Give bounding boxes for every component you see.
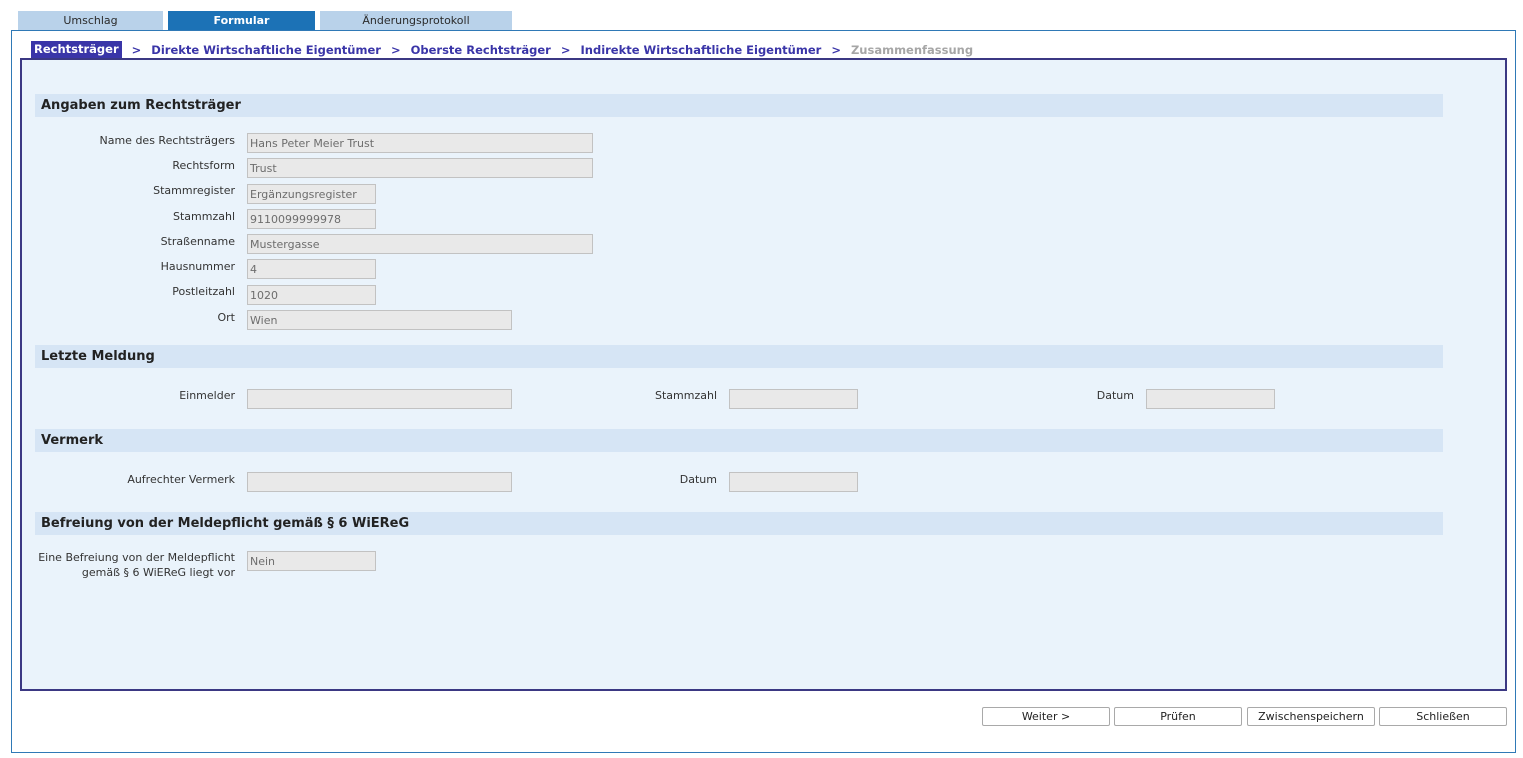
label-ort: Ort — [217, 311, 236, 324]
tab-formular[interactable]: Formular — [168, 11, 315, 30]
label-postleitzahl: Postleitzahl — [172, 285, 235, 298]
label-einmelder: Einmelder — [179, 389, 235, 402]
label-befreiung-line2: gemäß § 6 WiEReG liegt vor — [81, 566, 235, 579]
step-oberste-rechtstraeger[interactable]: Oberste Rechtsträger — [411, 43, 551, 57]
stammzahl-field[interactable]: 9110099999978 — [247, 209, 376, 229]
label-meldung-stammzahl: Stammzahl — [654, 389, 717, 402]
ort-field[interactable]: Wien — [247, 310, 512, 330]
label-befreiung-line1: Eine Befreiung von der Meldepflicht — [38, 551, 235, 564]
strassenname-field[interactable]: Mustergasse — [247, 234, 593, 254]
tab-aenderungsprotokoll[interactable]: Änderungsprotokoll — [320, 11, 512, 30]
label-rechtsform: Rechtsform — [172, 159, 235, 172]
form-panel — [20, 58, 1507, 691]
aufrechter-vermerk-field[interactable] — [247, 472, 512, 492]
section-heading-rechtstraeger: Angaben zum Rechtsträger — [35, 94, 1443, 117]
step-separator: > — [131, 42, 142, 57]
pruefen-button[interactable]: Prüfen — [1114, 707, 1242, 726]
label-stammregister: Stammregister — [153, 184, 235, 197]
step-indirekte-eigentuemer[interactable]: Indirekte Wirtschaftliche Eigentümer — [581, 43, 822, 57]
label-vermerk-datum: Datum — [679, 473, 717, 486]
meldung-stammzahl-field[interactable] — [729, 389, 858, 409]
step-navigation: Rechtsträger > Direkte Wirtschaftliche E… — [31, 41, 973, 58]
befreiung-field[interactable]: Nein — [247, 551, 376, 571]
label-stammzahl: Stammzahl — [172, 210, 235, 223]
stammregister-field[interactable]: Ergänzungsregister — [247, 184, 376, 204]
name-field[interactable]: Hans Peter Meier Trust — [247, 133, 593, 153]
step-separator: > — [560, 42, 571, 57]
weiter-button[interactable]: Weiter > — [982, 707, 1110, 726]
label-strassenname: Straßenname — [160, 235, 235, 248]
hausnummer-field[interactable]: 4 — [247, 259, 376, 279]
tab-umschlag[interactable]: Umschlag — [18, 11, 163, 30]
step-rechtstraeger[interactable]: Rechtsträger — [31, 41, 122, 58]
label-name: Name des Rechtsträgers — [99, 134, 236, 147]
section-heading-vermerk: Vermerk — [35, 429, 1443, 452]
schliessen-button[interactable]: Schließen — [1379, 707, 1507, 726]
postleitzahl-field[interactable]: 1020 — [247, 285, 376, 305]
step-zusammenfassung: Zusammenfassung — [850, 42, 974, 57]
zwischenspeichern-button[interactable]: Zwischenspeichern — [1247, 707, 1375, 726]
step-separator: > — [390, 42, 401, 57]
rechtsform-field[interactable]: Trust — [247, 158, 593, 178]
step-direkte-eigentuemer[interactable]: Direkte Wirtschaftliche Eigentümer — [151, 43, 381, 57]
einmelder-field[interactable] — [247, 389, 512, 409]
vermerk-datum-field[interactable] — [729, 472, 858, 492]
section-heading-letzte-meldung: Letzte Meldung — [35, 345, 1443, 368]
section-heading-befreiung: Befreiung von der Meldepflicht gemäß § 6… — [35, 512, 1443, 535]
label-befreiung: Eine Befreiung von der Meldepflicht gemä… — [20, 550, 235, 580]
label-hausnummer: Hausnummer — [160, 260, 235, 273]
label-meldung-datum: Datum — [1096, 389, 1134, 402]
label-aufrechter-vermerk: Aufrechter Vermerk — [127, 473, 235, 486]
meldung-datum-field[interactable] — [1146, 389, 1275, 409]
step-separator: > — [831, 42, 841, 57]
